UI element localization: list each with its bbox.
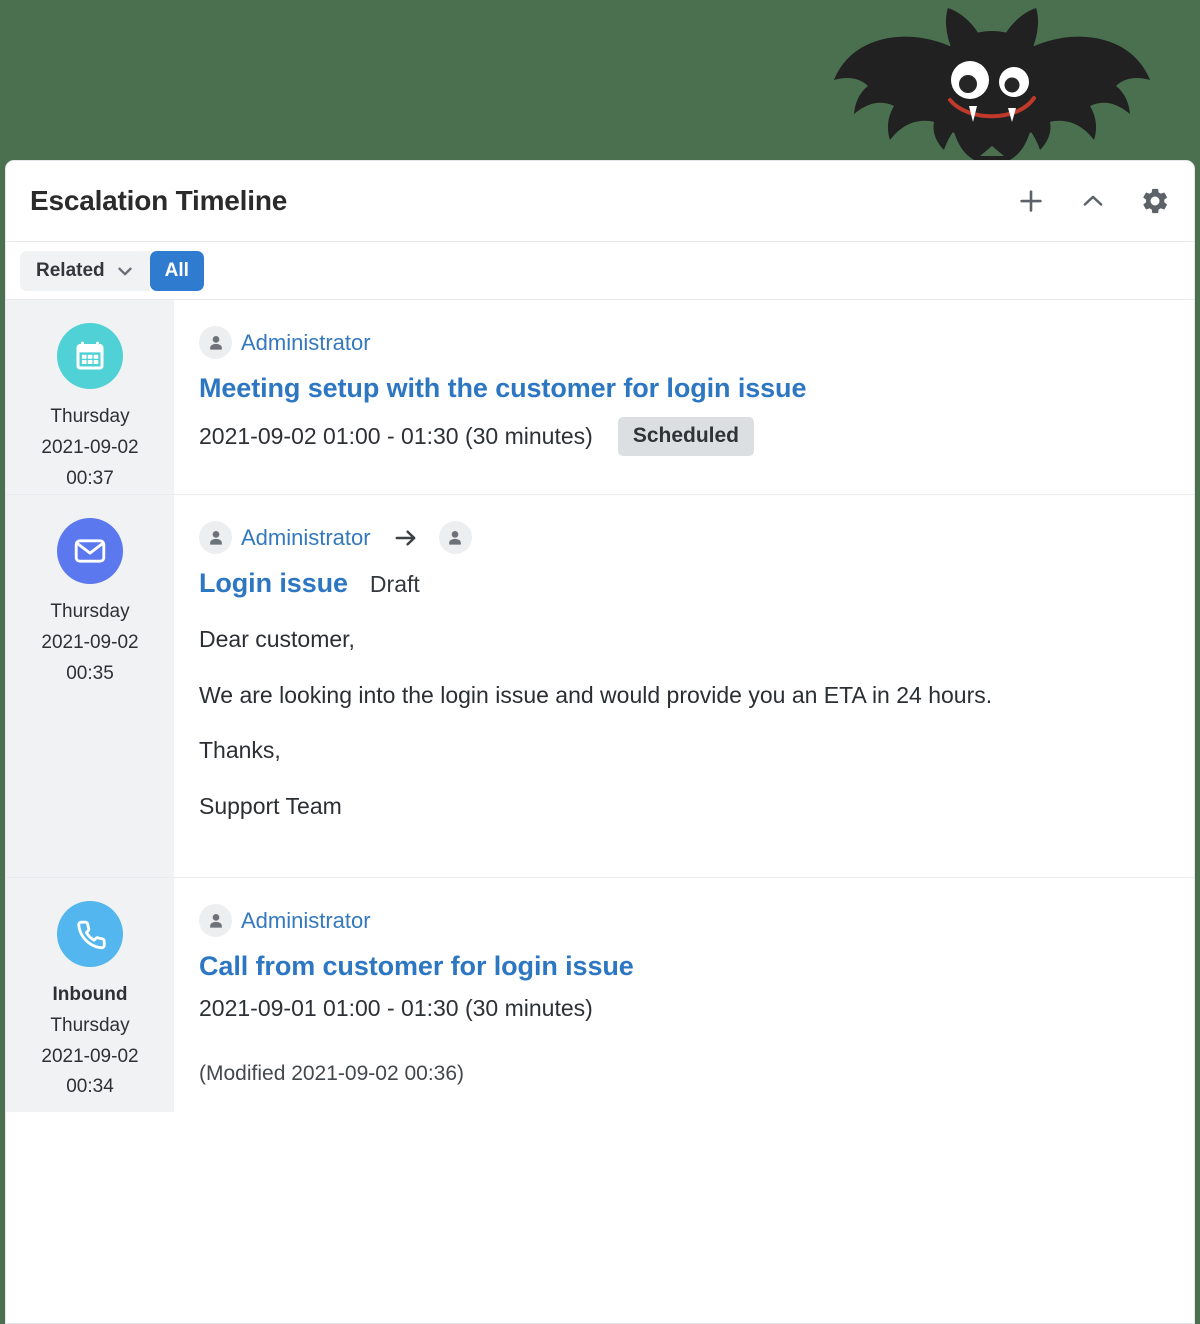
email-type-icon [57,518,123,585]
timeline-row-main: Administrator Call from customer for log… [174,878,1194,1112]
timeline-row-main: Administrator Meeting setup with the cus… [174,300,1194,494]
email-body-line: Thanks, [199,737,281,764]
meta-row: 2021-09-02 01:00 - 01:30 (30 minutes) Sc… [199,417,1174,456]
email-body-line: Dear customer, [199,626,355,653]
settings-button[interactable] [1138,184,1172,218]
timeline-time: 00:37 [66,467,114,489]
filter-button-group: Related All [20,250,204,291]
email-body-spacer [199,821,1174,851]
actor-name[interactable]: Administrator [241,525,371,551]
actor-line: Administrator [199,904,1174,938]
timeline-day: Thursday [50,1014,130,1036]
related-dropdown-label: Related [36,259,105,281]
meeting-type-icon [57,323,123,389]
timeline-item-meta: 2021-09-01 01:00 - 01:30 (30 minutes) [199,995,593,1022]
email-state-label: Draft [369,571,420,598]
call-direction-label: Inbound [52,984,128,1006]
timeline-row[interactable]: Thursday 2021-09-02 00:37 Administrator … [6,300,1194,496]
avatar [199,904,232,938]
timeline-time: 00:35 [66,662,114,684]
plus-icon [1016,186,1046,216]
timeline-date: 2021-09-02 [41,632,139,654]
filter-all-label: All [164,259,189,281]
actor-line: Administrator [199,521,1174,555]
actor-line: Administrator [199,326,1174,359]
call-type-icon [57,901,123,968]
timeline-item-title[interactable]: Meeting setup with the customer for logi… [199,373,806,404]
item-title-row: Login issue Draft [199,568,1174,599]
timeline-row-side: Thursday 2021-09-02 00:37 [6,300,174,495]
filter-all-button[interactable]: All [149,250,204,291]
timeline-date: 2021-09-02 [41,1045,139,1067]
timeline-row[interactable]: Thursday 2021-09-02 00:35 Administrator [6,495,1194,879]
envelope-icon [72,533,108,569]
avatar [199,326,232,359]
item-title-row: Call from customer for login issue [199,951,1174,982]
phone-icon [72,916,108,952]
item-title-row: Meeting setup with the customer for logi… [199,373,1174,404]
timeline-item-meta: 2021-09-02 01:00 - 01:30 (30 minutes) [199,423,593,449]
filter-bar: Related All [6,242,1194,300]
chevron-down-icon [114,260,136,282]
timeline-item-title[interactable]: Call from customer for login issue [199,951,634,982]
chevron-up-icon [1079,187,1107,215]
timeline-list: Thursday 2021-09-02 00:37 Administrator … [6,300,1194,1113]
meta-row: 2021-09-01 01:00 - 01:30 (30 minutes) [199,995,1174,1022]
status-badge: Scheduled [617,417,755,456]
timeline-date: 2021-09-02 [41,436,139,458]
arrow-right-icon [391,525,421,551]
gear-icon [1140,186,1170,216]
actor-name[interactable]: Administrator [241,330,371,356]
email-body-line: We are looking into the login issue and … [199,681,993,708]
escalation-timeline-card: Escalation Timeline Related All Thursday… [5,160,1195,1324]
timeline-day: Thursday [50,601,130,623]
card-header: Escalation Timeline [6,161,1194,242]
email-body-line: Support Team [199,792,342,819]
header-actions [1014,184,1172,218]
timeline-row[interactable]: Inbound Thursday 2021-09-02 00:34 Admini… [6,878,1194,1113]
timeline-row-main: Administrator Login issue Draft Dear cus… [174,495,1194,877]
calendar-icon [72,338,108,374]
related-dropdown[interactable]: Related [20,250,150,291]
actor-name[interactable]: Administrator [241,908,371,934]
collapse-button[interactable] [1076,184,1110,218]
timeline-row-side: Thursday 2021-09-02 00:35 [6,495,174,878]
timeline-item-title[interactable]: Login issue [199,568,348,599]
timeline-row-side: Inbound Thursday 2021-09-02 00:34 [6,878,174,1113]
timeline-time: 00:34 [66,1076,114,1098]
recipient-avatar [438,521,472,555]
timeline-day: Thursday [50,406,130,427]
bat-illustration [822,0,1162,160]
add-button[interactable] [1014,184,1048,218]
top-banner [0,0,1200,160]
modified-note: (Modified 2021-09-02 00:36) [199,1062,465,1086]
avatar [199,521,232,555]
page-title: Escalation Timeline [30,185,288,216]
